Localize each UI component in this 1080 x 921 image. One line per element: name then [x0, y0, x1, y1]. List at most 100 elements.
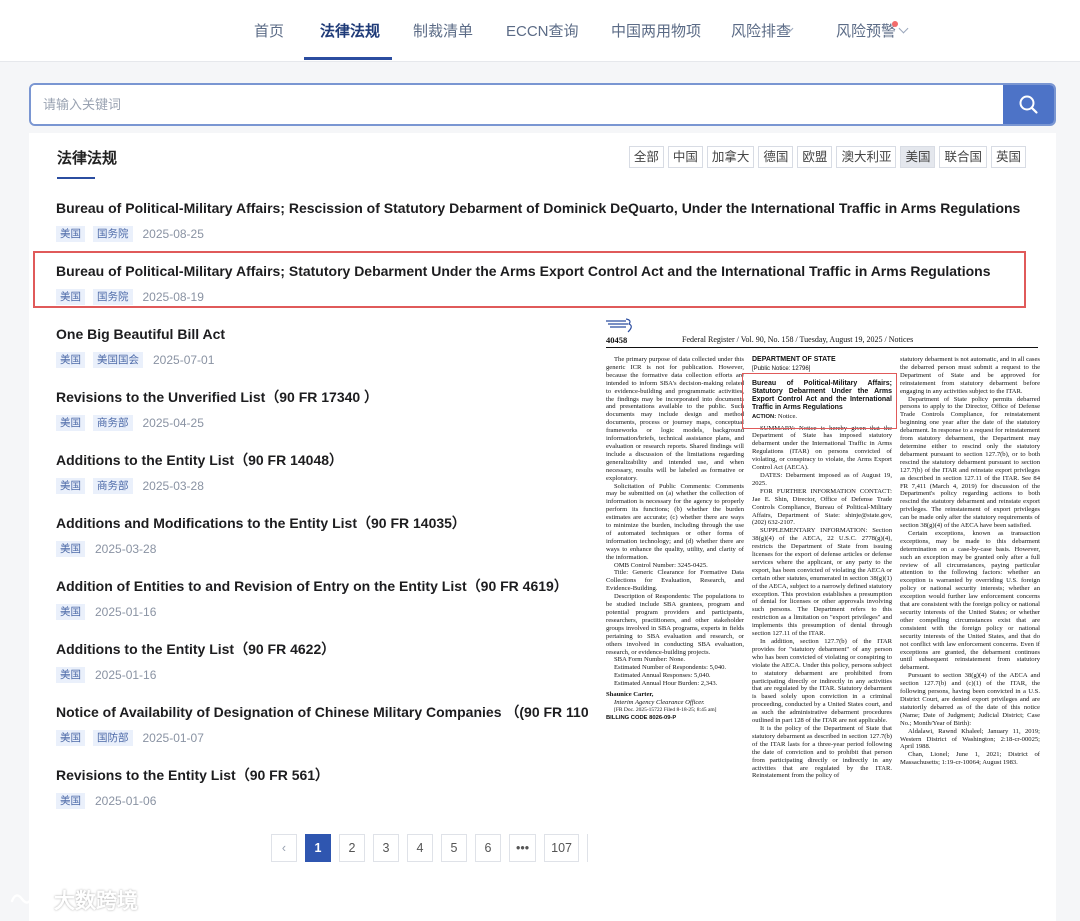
page-button[interactable]: 2 — [339, 834, 365, 862]
paragraph: It is the policy of the Department of St… — [752, 724, 892, 780]
filter-un[interactable]: 联合国 — [939, 146, 987, 168]
paragraph: Estimated Annual Responses: 5,040. — [614, 672, 711, 680]
paragraph: The primary purpose of data collected un… — [606, 356, 744, 482]
paragraph: Solicitation of Public Comments: Comment… — [606, 482, 744, 561]
list-item: Bureau of Political-Military Affairs; St… — [56, 261, 1016, 306]
item-date: 2025-03-28 — [142, 479, 204, 493]
paragraph: Department of State policy permits debar… — [900, 395, 1040, 530]
filter-australia[interactable]: 澳大利亚 — [836, 146, 897, 168]
page-button[interactable]: 3 — [373, 834, 399, 862]
item-date: 2025-08-25 — [142, 227, 204, 241]
tag: 美国 — [56, 730, 85, 746]
region-filters: 全部 中国 加拿大 德国 欧盟 澳大利亚 美国 联合国 英国 — [628, 146, 1026, 168]
search-input[interactable] — [31, 85, 1005, 124]
search-button[interactable] — [1003, 85, 1054, 124]
page-ellipsis[interactable]: ••• — [509, 834, 537, 862]
list-item: Bureau of Political-Military Affairs; Re… — [56, 198, 1020, 243]
federal-register-excerpt: 40458 Federal Register / Vol. 90, No. 15… — [588, 309, 1056, 921]
pagination: ‹ 1 2 3 4 5 6 ••• 107 › — [271, 834, 613, 862]
item-date: 2025-07-01 — [153, 353, 215, 367]
filter-all[interactable]: 全部 — [628, 146, 664, 168]
tag: 美国 — [56, 667, 85, 683]
tag: 商务部 — [93, 478, 133, 494]
paragraph: In addition, section 127.7(b) of the ITA… — [752, 638, 892, 725]
paragraph: Estimated Number of Respondents: 5,040. — [614, 664, 727, 672]
page-button[interactable]: 6 — [475, 834, 501, 862]
paragraph: statutory debarment is not automatic, an… — [900, 356, 1040, 395]
tag: 美国 — [56, 226, 85, 242]
nav-item-risk-alert[interactable]: 风险预警 — [836, 20, 896, 41]
item-title[interactable]: Bureau of Political-Military Affairs; Re… — [56, 198, 1020, 218]
top-navigation: 首页 法律法规 制裁清单 ECCN查询 中国两用物项 风险排查 风险预警 — [0, 0, 1080, 62]
nav-item-sanctions[interactable]: 制裁清单 — [413, 20, 473, 41]
page-button[interactable]: 4 — [407, 834, 433, 862]
nav-item-laws[interactable]: 法律法规 — [320, 20, 380, 41]
nav-item-home[interactable]: 首页 — [254, 20, 284, 41]
paragraph: SUPPLEMENTARY INFORMATION: Section 38(g)… — [752, 527, 892, 638]
item-date: 2025-04-25 — [142, 416, 204, 430]
tag: 美国 — [56, 793, 85, 809]
paragraph: Description of Respondents: The populati… — [606, 593, 744, 656]
nav-item-eccn[interactable]: ECCN查询 — [506, 20, 579, 41]
filter-canada[interactable]: 加拿大 — [706, 146, 755, 168]
tag: 国务院 — [93, 289, 133, 305]
register-citation: Federal Register / Vol. 90, No. 158 / Tu… — [682, 335, 914, 344]
item-date: 2025-01-07 — [142, 731, 204, 745]
search-icon — [1019, 95, 1038, 114]
tag: 美国 — [56, 478, 85, 494]
item-date: 2025-03-28 — [95, 542, 157, 556]
page-button[interactable]: 107 — [544, 834, 579, 862]
tag: 国防部 — [93, 730, 133, 746]
paragraph: Chan, Lionel; June 1, 2021; District of … — [900, 751, 1040, 767]
tag: 美国 — [56, 289, 85, 305]
tag: 美国 — [56, 415, 85, 431]
nav-item-risk-check[interactable]: 风险排查 — [731, 20, 791, 41]
fr-doc-line: [FR Doc. 2025-15722 Filed 8-18-25; 8:45 … — [614, 706, 717, 713]
search-bar — [29, 83, 1056, 126]
page-button[interactable]: 1 — [305, 834, 331, 862]
item-date: 2025-08-19 — [142, 290, 204, 304]
document-header: 40458 Federal Register / Vol. 90, No. 15… — [606, 335, 1038, 348]
paragraph: Certain exceptions, known as transaction… — [900, 529, 1040, 672]
tag: 美国 — [56, 604, 85, 620]
tag: 美国 — [56, 541, 85, 557]
item-date: 2025-01-06 — [95, 794, 157, 808]
tag: 美国国会 — [93, 352, 143, 368]
filter-eu[interactable]: 欧盟 — [797, 146, 833, 168]
active-tab-indicator — [304, 57, 392, 60]
paragraph: Pursuant to section 38(g)(4) of the AECA… — [900, 672, 1040, 727]
watermark-logo-icon — [10, 893, 44, 905]
filter-china[interactable]: 中国 — [667, 146, 703, 168]
filter-germany[interactable]: 德国 — [758, 146, 794, 168]
paragraph: FOR FURTHER INFORMATION CONTACT: Jae E. … — [752, 487, 892, 527]
section-title-underline — [57, 177, 95, 179]
filter-usa[interactable]: 美国 — [900, 146, 936, 168]
billing-code: BILLING CODE 8026-09-P — [606, 714, 677, 721]
title-highlight-box — [742, 373, 897, 429]
paragraph: SUMMARY: Notice is hereby given that the… — [752, 424, 892, 472]
notification-dot — [892, 21, 898, 27]
section-title: 法律法规 — [57, 150, 118, 167]
document-column-3: statutory debarment is not automatic, an… — [900, 356, 1040, 767]
document-column-1: The primary purpose of data collected un… — [606, 356, 744, 723]
item-date: 2025-01-16 — [95, 668, 157, 682]
nav-item-dual-use[interactable]: 中国两用物项 — [611, 20, 701, 41]
paragraph: SBA Form Number: None. — [614, 656, 686, 664]
tag: 商务部 — [93, 415, 133, 431]
filter-uk[interactable]: 英国 — [990, 146, 1026, 168]
tag: 国务院 — [93, 226, 133, 242]
department-name: DEPARTMENT OF STATE — [752, 356, 836, 363]
paragraph: DATES: Debarment imposed as of August 19… — [752, 471, 892, 487]
watermark: 大数跨境 — [8, 885, 138, 915]
item-date: 2025-01-16 — [95, 605, 157, 619]
paragraph: Estimated Annual Hour Burden: 2,343. — [614, 680, 718, 688]
chevron-down-icon[interactable] — [898, 23, 909, 34]
signature-title: Interim Agency Clearance Officer. — [614, 698, 705, 706]
prev-page-button[interactable]: ‹ — [271, 834, 297, 862]
item-title[interactable]: Bureau of Political-Military Affairs; St… — [56, 261, 1016, 281]
page-button[interactable]: 5 — [441, 834, 467, 862]
paragraph: OMB Control Number: 3245-0425. — [614, 561, 708, 569]
signature-name: Shaunice Carter, — [606, 691, 654, 699]
paragraph: Aldalawi, Rawnd Khaleel; January 11, 201… — [900, 727, 1040, 751]
watermark-text: 大数跨境 — [54, 890, 138, 913]
